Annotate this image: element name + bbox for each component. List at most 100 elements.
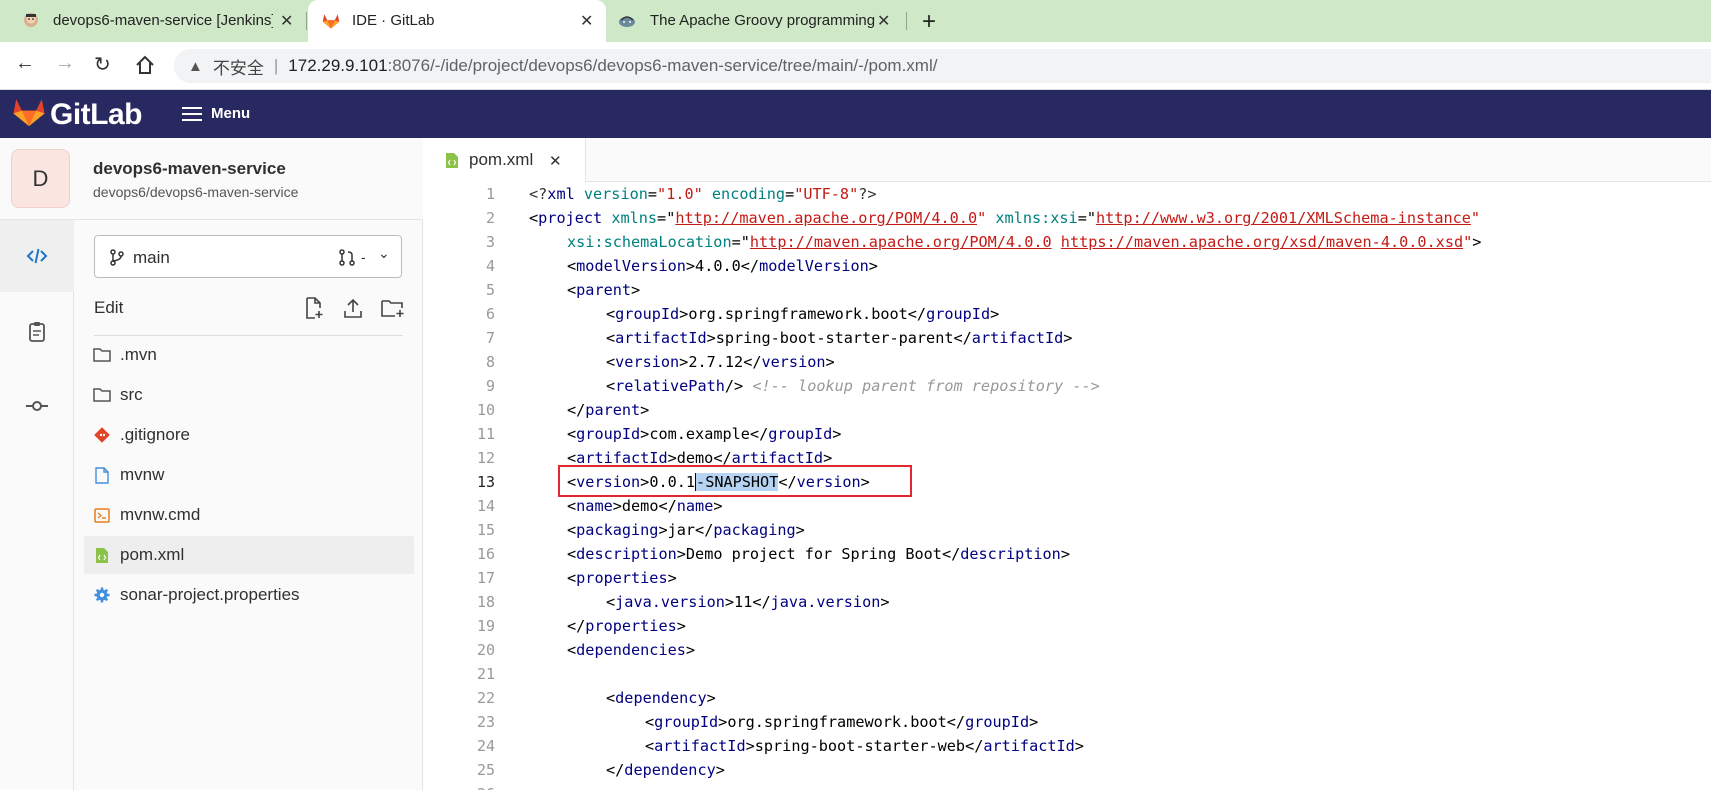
editor-tab-label: pom.xml	[469, 150, 534, 169]
filetree-item-label: mvnw	[120, 465, 165, 484]
line-number: 11	[476, 425, 495, 443]
folder-icon	[93, 346, 111, 364]
close-icon[interactable]: ✕	[549, 152, 562, 170]
git-icon	[93, 426, 111, 444]
project-path: devops6/devops6-maven-service	[93, 184, 299, 200]
line-number: 5	[485, 281, 495, 299]
browser-tab-jenkins[interactable]: devops6-maven-service [Jenkins] ✕	[14, 0, 304, 42]
filetree-item-sonar-project[interactable]: sonar-project.properties	[84, 576, 414, 614]
code-line: 24 <artifactId>spring-boot-starter-web</a…	[423, 734, 1711, 758]
close-icon[interactable]: ✕	[877, 11, 890, 31]
line-number: 22	[476, 689, 495, 707]
line-number: 21	[476, 665, 495, 683]
gitlab-brand[interactable]: GitLab	[50, 98, 143, 132]
rail-commit-button[interactable]	[0, 370, 74, 442]
forward-arrow-icon[interactable]: →	[55, 52, 75, 75]
line-number: 20	[476, 641, 495, 659]
rail-edit-button[interactable]	[0, 220, 74, 292]
code-line: 25 </dependency>	[423, 758, 1711, 782]
reload-icon[interactable]: ↻	[94, 52, 111, 77]
filetree-item-mvn[interactable]: .mvn	[84, 336, 414, 374]
code-line: 20 <dependencies>	[423, 638, 1711, 662]
xml-file-icon	[446, 153, 458, 168]
code-line: 22 <dependency>	[423, 686, 1711, 710]
merge-request-label: -	[361, 249, 366, 265]
new-folder-icon[interactable]	[381, 298, 405, 318]
menu-button[interactable]: Menu	[211, 105, 250, 122]
rail-review-button[interactable]	[0, 296, 74, 368]
filetree-item-label: src	[120, 385, 143, 404]
address-separator: |	[273, 56, 279, 75]
new-file-icon[interactable]	[304, 297, 324, 319]
line-number: 25	[476, 761, 495, 779]
line-number: 26	[423, 782, 495, 790]
merge-request-icon	[339, 249, 355, 266]
code-line: 21	[423, 662, 1711, 686]
filetree-item-gitignore[interactable]: .gitignore	[84, 416, 414, 454]
chevron-down-icon: ⌄	[378, 245, 390, 261]
tab-separator	[306, 12, 307, 30]
line-number: 14	[476, 497, 495, 515]
line-number: 15	[476, 521, 495, 539]
upload-icon[interactable]	[343, 297, 363, 319]
filetree-header: Edit	[94, 292, 405, 336]
code-line: 2 <project xmlns="http://maven.apache.org…	[423, 206, 1711, 230]
branch-icon	[110, 249, 124, 266]
filetree-item-mvnw[interactable]: mvnw	[84, 456, 414, 494]
branch-selector[interactable]: main - ⌄	[94, 235, 402, 278]
security-label[interactable]: 不安全	[213, 54, 264, 79]
filetree-item-src[interactable]: src	[84, 376, 414, 414]
editor-tab-pom-xml[interactable]: pom.xml ✕	[423, 138, 586, 183]
browser-tab-title: IDE · GitLab	[352, 12, 435, 29]
warning-triangle-icon[interactable]: ▲	[188, 58, 203, 75]
browser-tab-gitlab-ide[interactable]: IDE · GitLab ✕	[308, 0, 606, 42]
filetree-item-label: mvnw.cmd	[120, 505, 201, 524]
address-bar[interactable]: ▲ 不安全 | 172.29.9.101 :8076/-/ide/project…	[174, 49, 1711, 83]
line-number: 24	[476, 737, 495, 755]
code-line: 17 <properties>	[423, 566, 1711, 590]
code-line: 23 <groupId>org.springframework.boot</gro…	[423, 710, 1711, 734]
gear-icon	[93, 586, 111, 604]
editor-tab-bar	[423, 138, 1711, 182]
line-number: 7	[485, 329, 495, 347]
line-number: 19	[476, 617, 495, 635]
terminal-icon	[93, 506, 111, 524]
filetree-item-mvnw-cmd[interactable]: mvnw.cmd	[84, 496, 414, 534]
close-icon[interactable]: ✕	[580, 11, 593, 31]
gitlab-logo-icon[interactable]	[12, 96, 46, 128]
code-line: 11 <groupId>com.example</groupId>	[423, 422, 1711, 446]
line-number: 12	[476, 449, 495, 467]
xml-file-icon	[93, 546, 111, 564]
jenkins-icon	[24, 13, 38, 27]
commit-icon	[26, 401, 48, 411]
code-line: 14 <name>demo</name>	[423, 494, 1711, 518]
browser-tab-title: devops6-maven-service [Jenkins]	[53, 12, 273, 29]
clipboard-icon	[29, 322, 45, 342]
gitlab-header	[0, 90, 1711, 138]
filetree-item-pom-xml[interactable]: pom.xml	[84, 536, 414, 574]
file-icon	[93, 466, 111, 484]
browser-tab-groovy[interactable]: The Apache Groovy programming language ✕	[610, 0, 910, 42]
url-host: 172.29.9.101	[288, 56, 388, 75]
back-arrow-icon[interactable]: ←	[15, 52, 35, 75]
code-line: 19 </properties>	[423, 614, 1711, 638]
line-number: 16	[476, 545, 495, 563]
code-line: 7 <artifactId>spring-boot-starter-parent<…	[423, 326, 1711, 350]
project-name[interactable]: devops6-maven-service	[93, 159, 286, 179]
code-icon	[26, 248, 48, 264]
code-line: 1 <?xml version="1.0" encoding="UTF-8"?>	[423, 182, 1711, 206]
tab-separator	[906, 12, 907, 30]
close-icon[interactable]: ✕	[280, 11, 293, 31]
annotation-highlight-box	[558, 465, 912, 497]
line-number: 1	[485, 185, 495, 203]
home-icon[interactable]	[134, 54, 156, 76]
filetree-item-label: sonar-project.properties	[120, 585, 300, 604]
code-line: 4 <modelVersion>4.0.0</modelVersion>	[423, 254, 1711, 278]
code-line: 18 <java.version>11</java.version>	[423, 590, 1711, 614]
project-avatar[interactable]: D	[11, 149, 70, 208]
filetree-item-label: .mvn	[120, 345, 157, 364]
hamburger-menu-icon[interactable]	[182, 106, 202, 122]
new-tab-plus-icon[interactable]: +	[922, 8, 936, 36]
code-line: 15 <packaging>jar</packaging>	[423, 518, 1711, 542]
code-line: 6 <groupId>org.springframework.boot</grou…	[423, 302, 1711, 326]
